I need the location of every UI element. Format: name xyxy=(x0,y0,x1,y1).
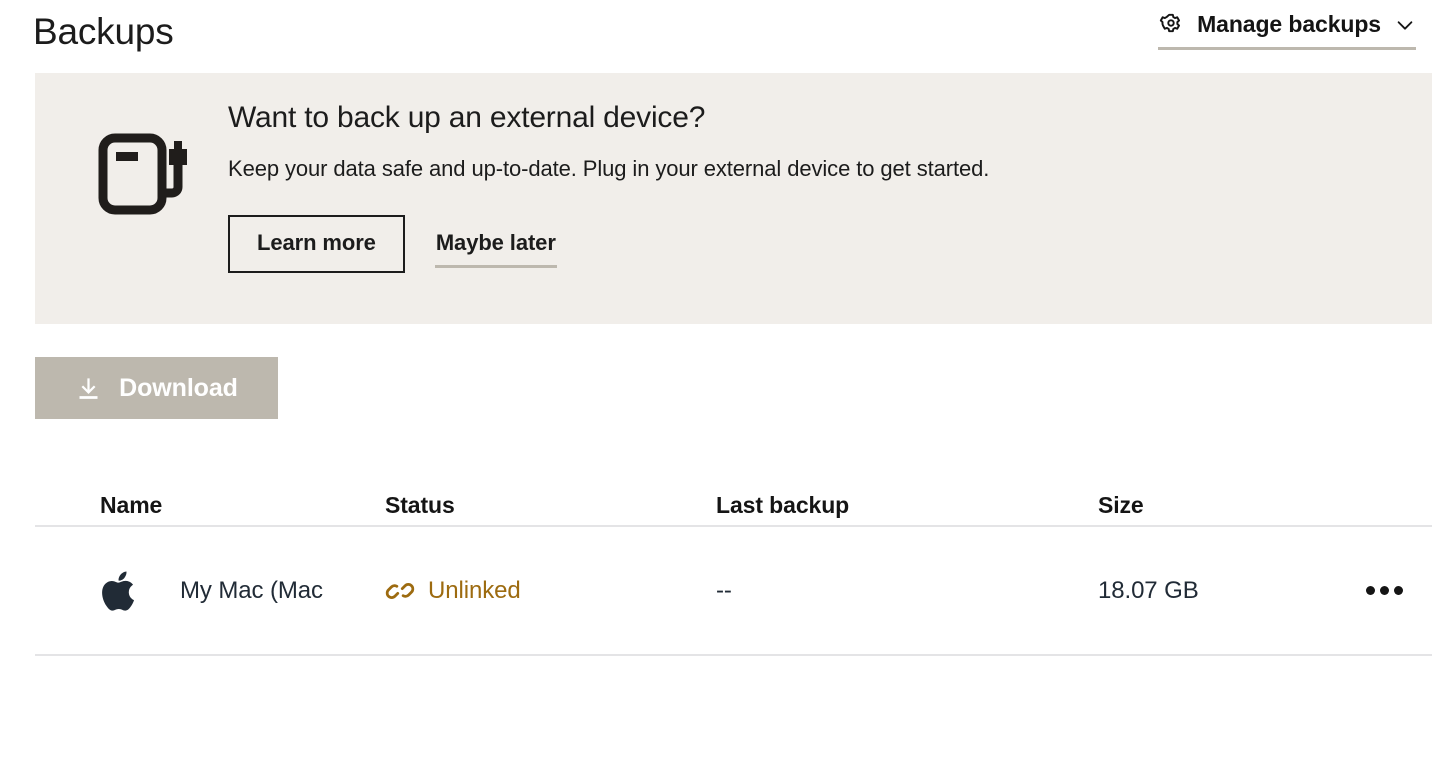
manage-backups-label: Manage backups xyxy=(1197,11,1381,37)
table-row[interactable]: My Mac (Mac Unlinked -- 18.07 GB xyxy=(35,527,1432,656)
promo-heading: Want to back up an external device? xyxy=(228,101,706,134)
cell-size: 18.07 GB xyxy=(1098,527,1368,654)
promo-body: Want to back up an external device? Keep… xyxy=(228,98,1412,273)
device-name-wrapper: My Mac (Mac xyxy=(180,527,387,654)
table-header-row: Name Status Last backup Size xyxy=(35,460,1432,527)
page-header: Backups Manage backups xyxy=(0,0,1432,68)
ellipsis-icon[interactable] xyxy=(1365,586,1403,595)
cell-name: My Mac (Mac xyxy=(100,527,387,654)
gear-icon xyxy=(1158,12,1184,38)
chevron-down-icon xyxy=(1394,14,1416,36)
learn-more-button[interactable]: Learn more xyxy=(228,215,405,273)
status-text: Unlinked xyxy=(428,576,521,604)
promo-subtext: Keep your data safe and up-to-date. Plug… xyxy=(228,156,990,181)
cell-row-menu[interactable] xyxy=(1358,527,1410,654)
ellipsis-dot xyxy=(1365,586,1375,595)
page-title: Backups xyxy=(33,11,174,52)
column-header-last-backup: Last backup xyxy=(716,492,850,518)
size-value: 18.07 GB xyxy=(1098,576,1199,604)
device-name: My Mac (Mac xyxy=(180,576,323,604)
maybe-later-button[interactable]: Maybe later xyxy=(434,217,557,268)
column-header-name: Name xyxy=(100,492,163,518)
apple-icon xyxy=(100,565,144,617)
external-drive-icon xyxy=(90,121,194,225)
ellipsis-dot xyxy=(1393,586,1403,595)
download-button[interactable]: Download xyxy=(35,357,278,419)
external-device-promo-banner: Want to back up an external device? Keep… xyxy=(35,73,1432,324)
manage-backups-button[interactable]: Manage backups xyxy=(1158,11,1416,50)
backups-table: Name Status Last backup Size My Mac (Mac xyxy=(35,460,1432,656)
broken-link-icon xyxy=(385,576,415,606)
status-badge: Unlinked xyxy=(385,576,521,606)
cell-last-backup: -- xyxy=(716,527,1096,654)
column-header-status: Status xyxy=(385,492,455,518)
last-backup-value: -- xyxy=(716,576,732,604)
promo-actions: Learn more Maybe later xyxy=(228,215,1412,273)
column-header-size: Size xyxy=(1098,492,1144,518)
download-button-label: Download xyxy=(119,373,238,402)
cell-status: Unlinked xyxy=(385,527,715,654)
ellipsis-dot xyxy=(1379,586,1389,595)
download-icon xyxy=(75,375,102,402)
